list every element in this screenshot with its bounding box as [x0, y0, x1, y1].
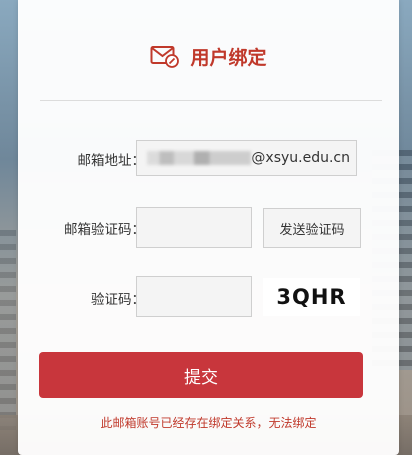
email-field: @xsyu.edu.cn [136, 140, 357, 176]
captcha-input[interactable] [136, 276, 252, 317]
header-divider [40, 100, 382, 101]
background-building-left [0, 230, 16, 430]
captcha-image[interactable]: 3QHR [263, 278, 360, 316]
send-code-button[interactable]: 发送验证码 [263, 208, 361, 248]
email-label: 邮箱地址： [77, 153, 146, 169]
email-suffix: @xsyu.edu.cn [251, 150, 350, 166]
email-code-input[interactable] [136, 207, 252, 248]
submit-button[interactable]: 提交 [39, 352, 363, 398]
mail-edit-icon [150, 44, 180, 68]
error-message: 此邮箱账号已经存在绑定关系，无法绑定 [100, 416, 317, 430]
user-binding-dialog: 用户绑定 邮箱地址： @xsyu.edu.cn 邮箱验证码： 发送验证码 验证码… [18, 0, 399, 455]
email-masked-part [147, 151, 251, 165]
email-code-label: 邮箱验证码： [64, 222, 145, 238]
dialog-title: 用户绑定 [190, 46, 267, 69]
dialog-header: 用户绑定 [18, 36, 399, 76]
